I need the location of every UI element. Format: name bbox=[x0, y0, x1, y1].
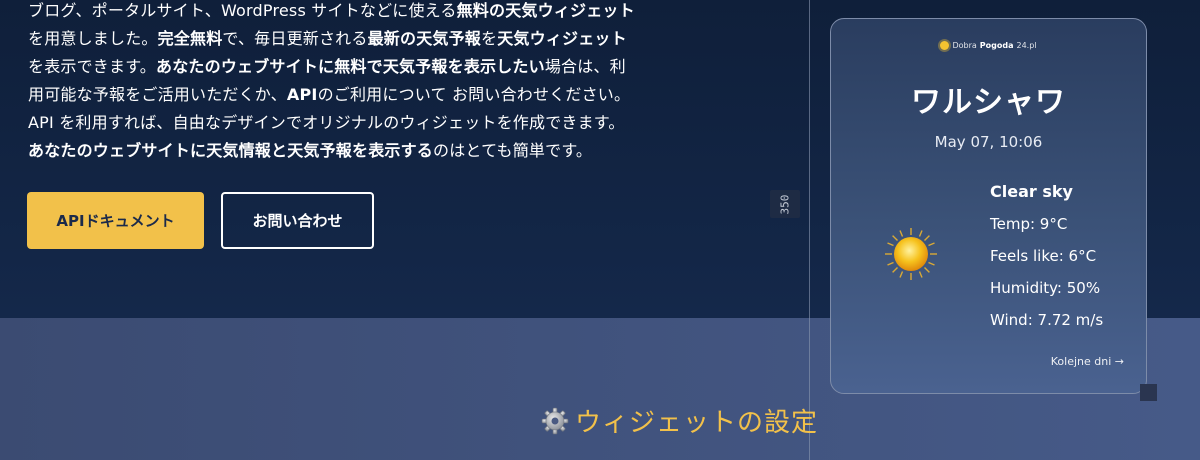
intro-line: を用意しました。完全無料で、毎日更新される最新の天気予報を天気ウィジェット bbox=[28, 25, 728, 53]
width-marker: 350 bbox=[770, 190, 800, 218]
intro-text-segment: を表示できます。 bbox=[28, 57, 157, 76]
widget-datetime: May 07, 10:06 bbox=[934, 133, 1043, 151]
resize-handle[interactable] bbox=[1140, 384, 1157, 401]
intro-text-segment: を用意しました。 bbox=[28, 29, 158, 48]
weather-details: Clear sky Temp: 9°C Feels like: 6°C Humi… bbox=[990, 176, 1103, 336]
intro-text-segment: のはとても簡単です。 bbox=[433, 141, 593, 160]
logo-text-suffix: 24.pl bbox=[1016, 41, 1037, 50]
weather-wind: Wind: 7.72 m/s bbox=[990, 311, 1104, 329]
widget-logo[interactable]: Dobra Pogoda 24.pl bbox=[831, 41, 1146, 50]
intro-line: ブログ、ポータルサイト、WordPress サイトなどに使える無料の天気ウィジェ… bbox=[28, 0, 728, 25]
logo-text-light: Dobra bbox=[952, 41, 977, 50]
api-docs-button[interactable]: APIドキュメント bbox=[27, 192, 204, 249]
intro-text-segment: ブログ、ポータルサイト、WordPress サイトなどに使える bbox=[28, 1, 457, 20]
logo-sun-icon bbox=[940, 41, 950, 50]
intro-bold-text: 最新の天気予報 bbox=[367, 29, 481, 48]
gear-icon bbox=[541, 407, 569, 434]
logo-text-bold: Pogoda bbox=[979, 41, 1014, 50]
weather-feels-like: Feels like: 6°C bbox=[990, 247, 1097, 265]
intro-line: 用可能な予報をご活用いただくか、APIのご利用について お問い合わせください。 bbox=[28, 81, 728, 109]
widget-city: ワルシャワ bbox=[911, 85, 1066, 120]
intro-text-segment: 場合は、利 bbox=[544, 57, 626, 76]
intro-line: API を利用すれば、自由なデザインでオリジナルのウィジェットを作成できます。 bbox=[28, 109, 728, 137]
intro-bold-text: あなたのウェブサイトに無料で天気予報を表示したい bbox=[156, 57, 545, 76]
intro-bold-text: あなたのウェブサイトに天気情報と天気予報を表示する bbox=[28, 141, 434, 160]
intro-line: を表示できます。あなたのウェブサイトに無料で天気予報を表示したい場合は、利 bbox=[28, 53, 728, 81]
preview-divider bbox=[809, 0, 810, 460]
weather-widget: Dobra Pogoda 24.pl ワルシャワ May 07, 10:06 C… bbox=[830, 18, 1147, 394]
intro-bold-text: 無料の天気ウィジェット bbox=[456, 1, 635, 20]
intro-line: あなたのウェブサイトに天気情報と天気予報を表示するのはとても簡単です。 bbox=[28, 137, 728, 165]
intro-text-segment: のご利用について お問い合わせください。 bbox=[317, 85, 631, 104]
weather-condition: Clear sky bbox=[990, 182, 1073, 201]
next-days-link[interactable]: Kolejne dni → bbox=[1051, 355, 1124, 368]
widget-settings-heading: ウィジェットの設定 bbox=[541, 402, 818, 439]
intro-text-segment: を bbox=[481, 29, 498, 48]
width-marker-label: 350 bbox=[778, 194, 792, 214]
intro-text: ブログ、ポータルサイト、WordPress サイトなどに使える無料の天気ウィジェ… bbox=[28, 0, 728, 165]
widget-settings-title: ウィジェットの設定 bbox=[575, 408, 819, 438]
intro-bold-text: 天気ウィジェット bbox=[497, 29, 627, 48]
weather-humidity: Humidity: 50% bbox=[990, 279, 1101, 297]
sun-icon bbox=[885, 228, 937, 280]
contact-button[interactable]: お問い合わせ bbox=[221, 192, 374, 249]
intro-bold-text: API bbox=[286, 85, 318, 104]
intro-text-segment: 用可能な予報をご活用いただくか、 bbox=[28, 85, 287, 104]
intro-text-segment: で、毎日更新される bbox=[222, 29, 368, 48]
intro-bold-text: 完全無料 bbox=[157, 29, 223, 48]
weather-temp: Temp: 9°C bbox=[990, 215, 1068, 233]
page: ブログ、ポータルサイト、WordPress サイトなどに使える無料の天気ウィジェ… bbox=[0, 0, 1200, 460]
intro-text-segment: API を利用すれば、自由なデザインでオリジナルのウィジェットを作成できます。 bbox=[28, 113, 625, 132]
